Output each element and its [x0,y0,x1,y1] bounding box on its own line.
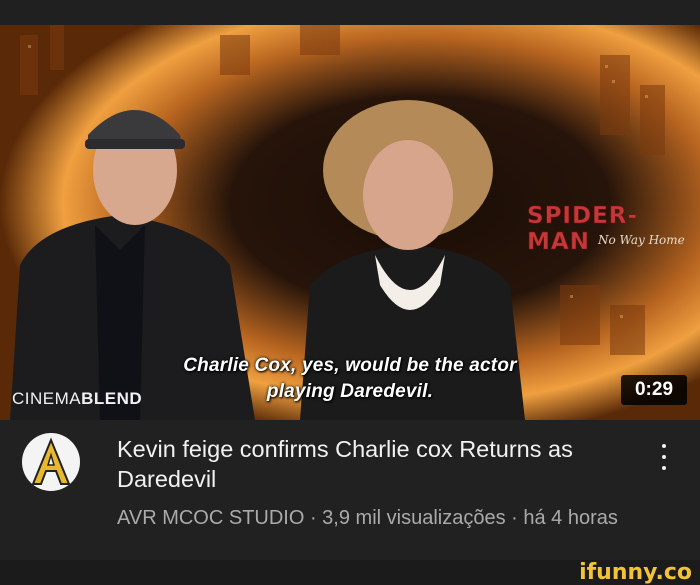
video-info: Kevin feige confirms Charlie cox Returns… [0,420,700,560]
ifunny-watermark: ifunny.co [579,560,692,585]
poster-title: SPIDER-MAN [527,203,639,256]
source-logo: CINEMABLEND [12,389,142,409]
source-logo-light: CINEMA [12,389,82,408]
source-logo-bold: BLEND [81,389,143,408]
video-thumbnail[interactable]: SPIDER-MAN No Way Home Charlie Cox, yes,… [0,25,700,420]
poster-subtitle: No Way Home [598,233,685,247]
video-title[interactable]: Kevin feige confirms Charlie cox Returns… [117,434,637,494]
more-options-icon[interactable] [652,440,676,474]
top-bar [0,0,700,25]
channel-avatar[interactable] [22,433,80,491]
video-meta: AVR MCOC STUDIO · 3,9 mil visualizações … [117,507,618,529]
channel-logo-icon [31,437,71,485]
duration-badge: 0:29 [621,375,687,405]
caption-line-1: Charlie Cox, yes, would be the actor [183,355,517,376]
